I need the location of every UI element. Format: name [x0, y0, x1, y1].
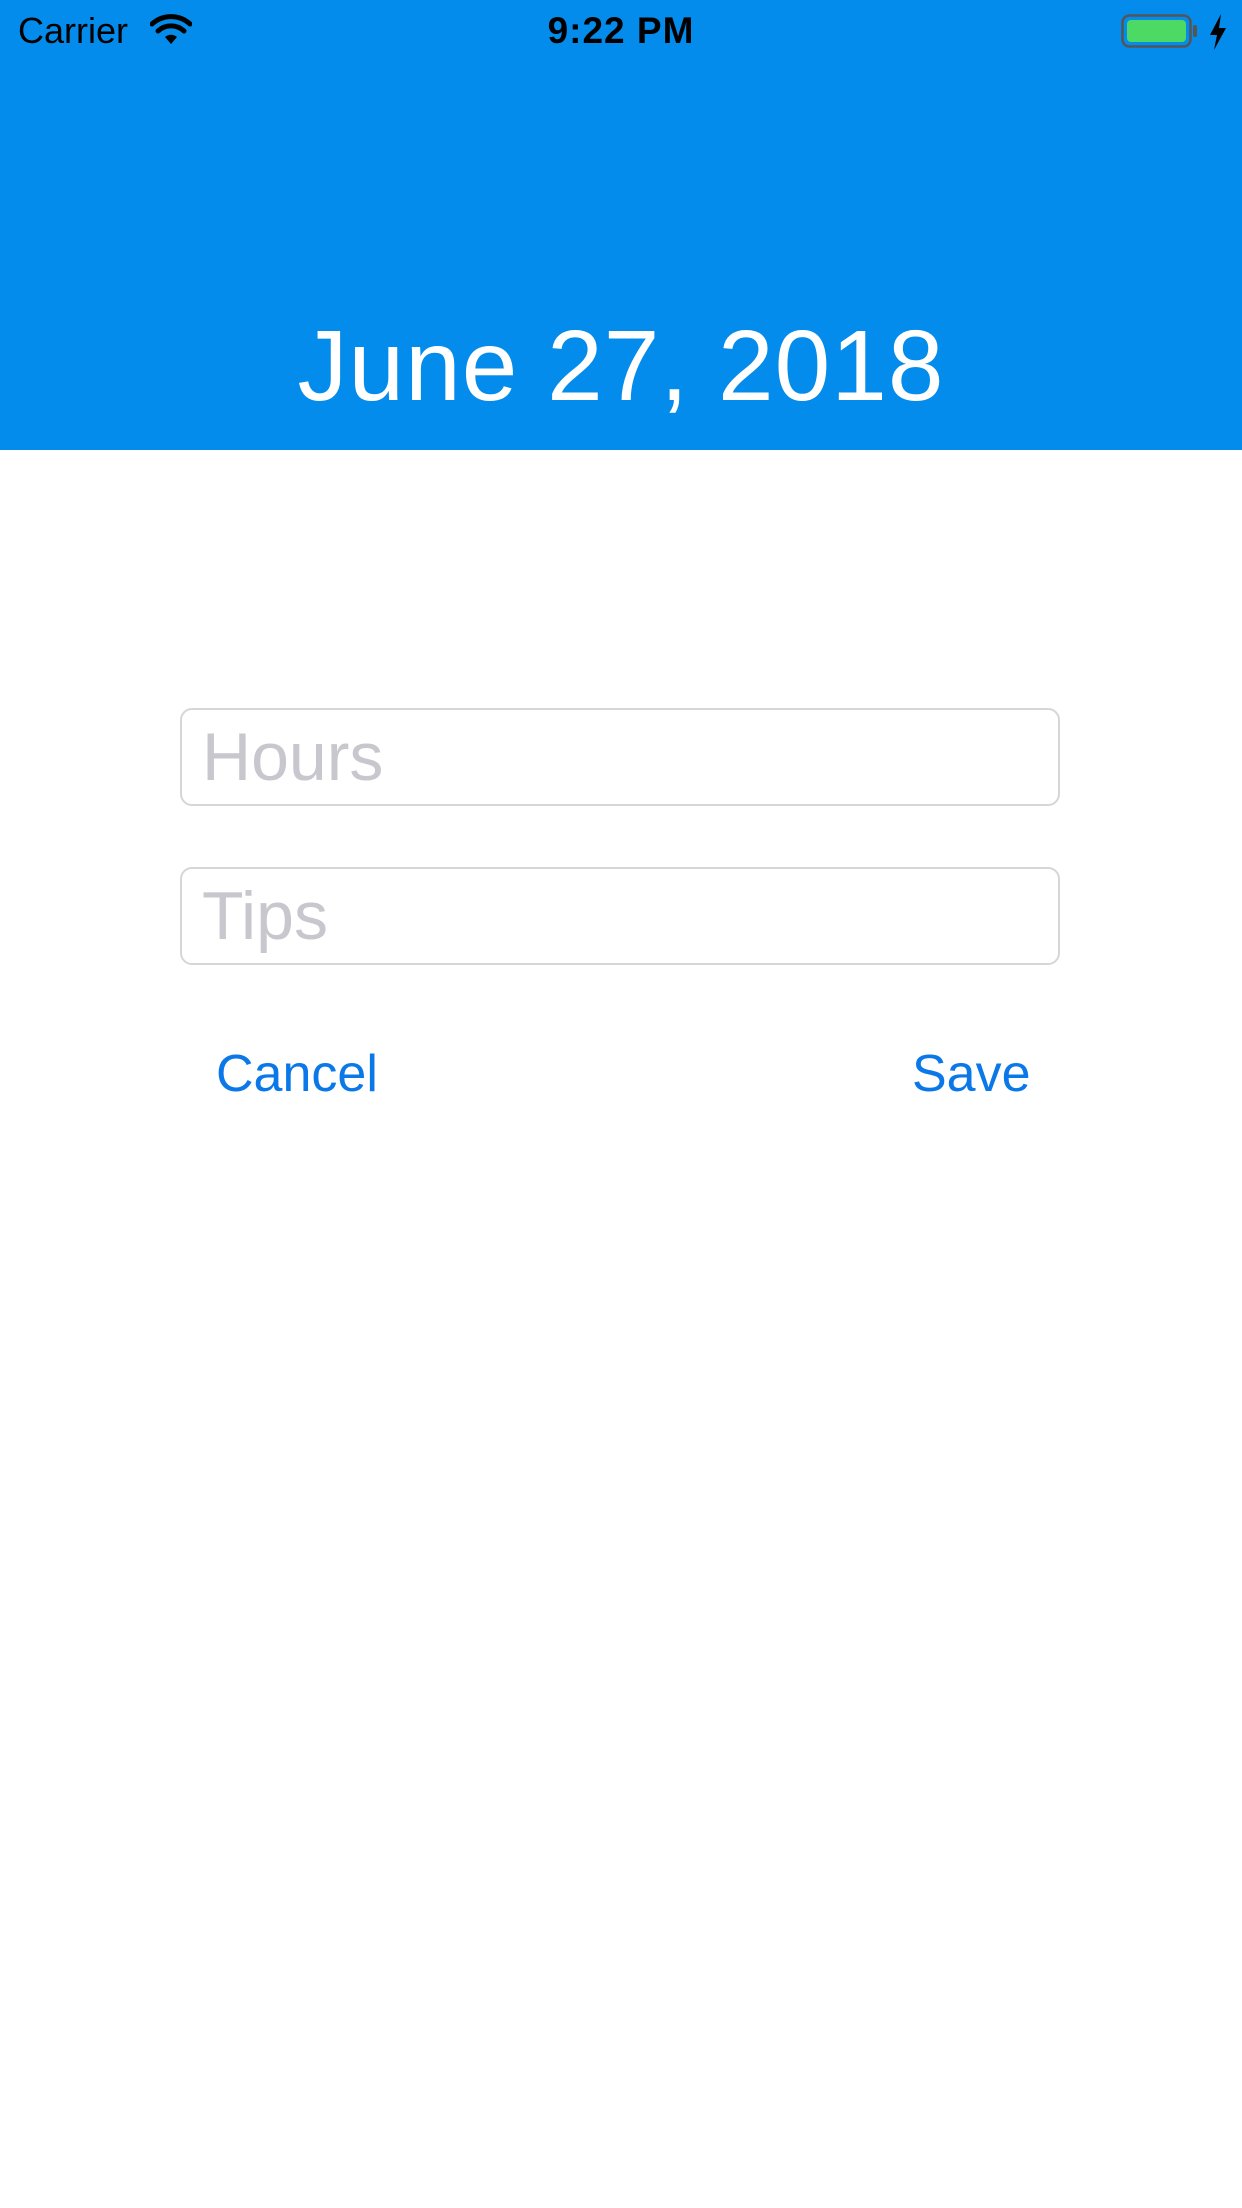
save-button[interactable]: Save — [912, 1036, 1031, 1112]
page-title: June 27, 2018 — [297, 310, 945, 422]
cancel-button[interactable]: Cancel — [216, 1036, 378, 1112]
status-bar: Carrier 9:22 PM — [0, 0, 1242, 62]
hours-input[interactable] — [180, 708, 1060, 806]
charging-bolt-icon — [1210, 14, 1226, 50]
tips-input[interactable] — [180, 867, 1060, 965]
battery-charging-icon — [1121, 14, 1197, 48]
status-time: 9:22 PM — [547, 10, 695, 51]
header-bar: Carrier 9:22 PM June 27, 2018 — [0, 0, 1242, 450]
